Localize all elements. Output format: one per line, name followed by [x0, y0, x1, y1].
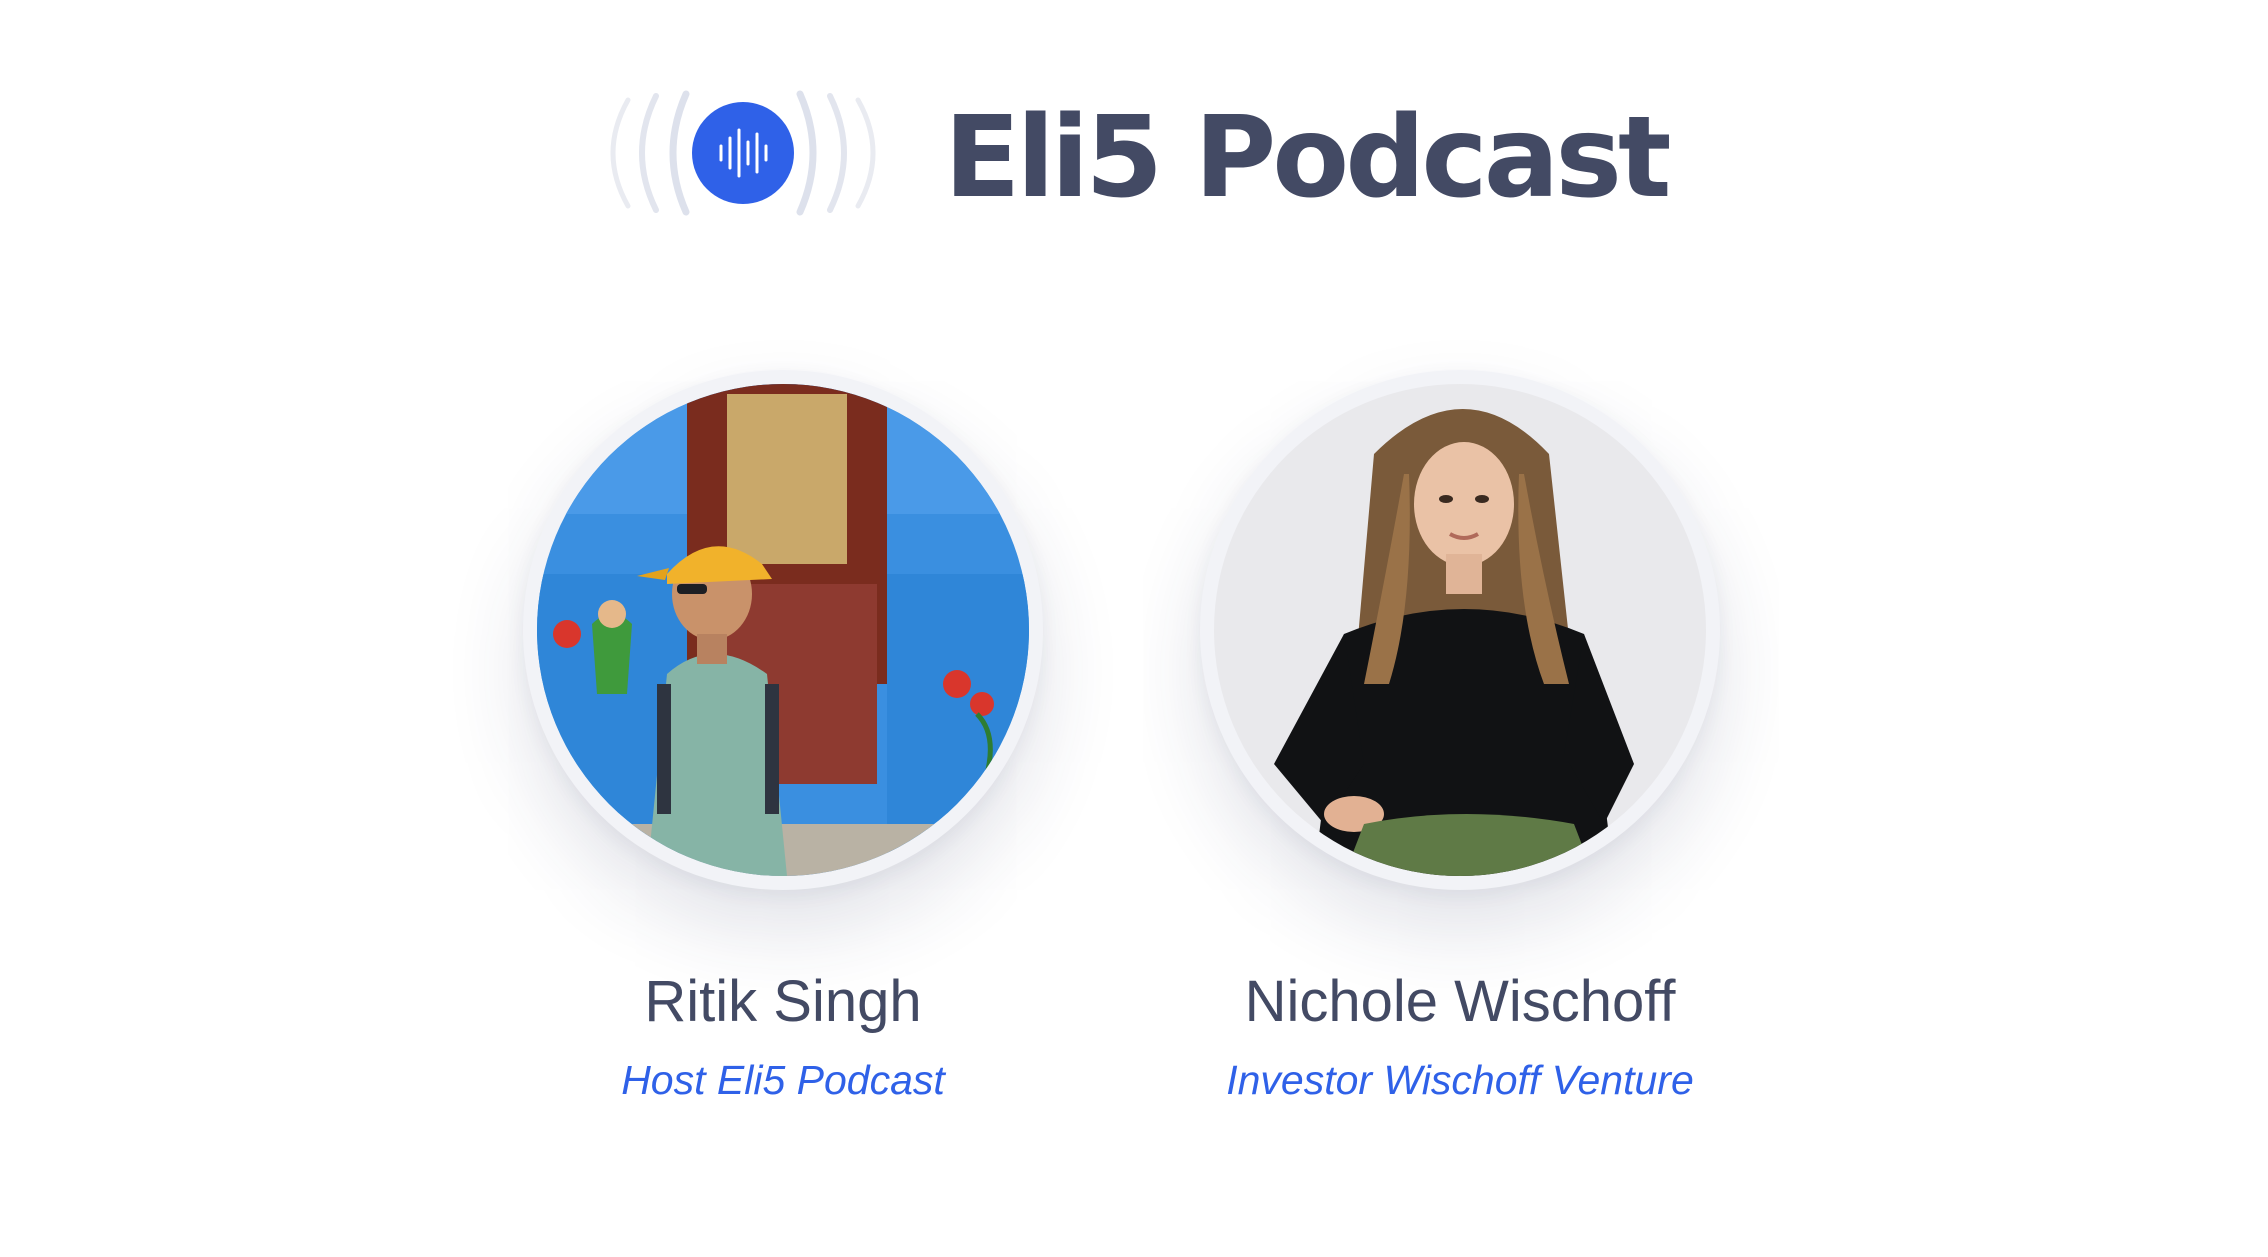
guest-card: Nichole Wischoff Investor Wischoff Ventu…: [1190, 370, 1730, 1104]
host-avatar: [523, 370, 1043, 890]
host-card: Ritik Singh Host Eli5 Podcast: [513, 370, 1053, 1104]
header: Eli5 Podcast: [0, 0, 2268, 300]
podcast-soundwave-icon: [588, 82, 898, 224]
host-role: Host Eli5 Podcast: [621, 1057, 945, 1103]
host-name: Ritik Singh: [644, 969, 922, 1034]
host-photo: [537, 384, 1029, 876]
guest-name: Nichole Wischoff: [1244, 969, 1676, 1034]
guest-role: Investor Wischoff Venture: [1226, 1057, 1694, 1103]
guest-photo: [1214, 384, 1706, 876]
guest-avatar: [1200, 370, 1720, 890]
page-title: Eli5 Podcast: [944, 93, 1672, 223]
